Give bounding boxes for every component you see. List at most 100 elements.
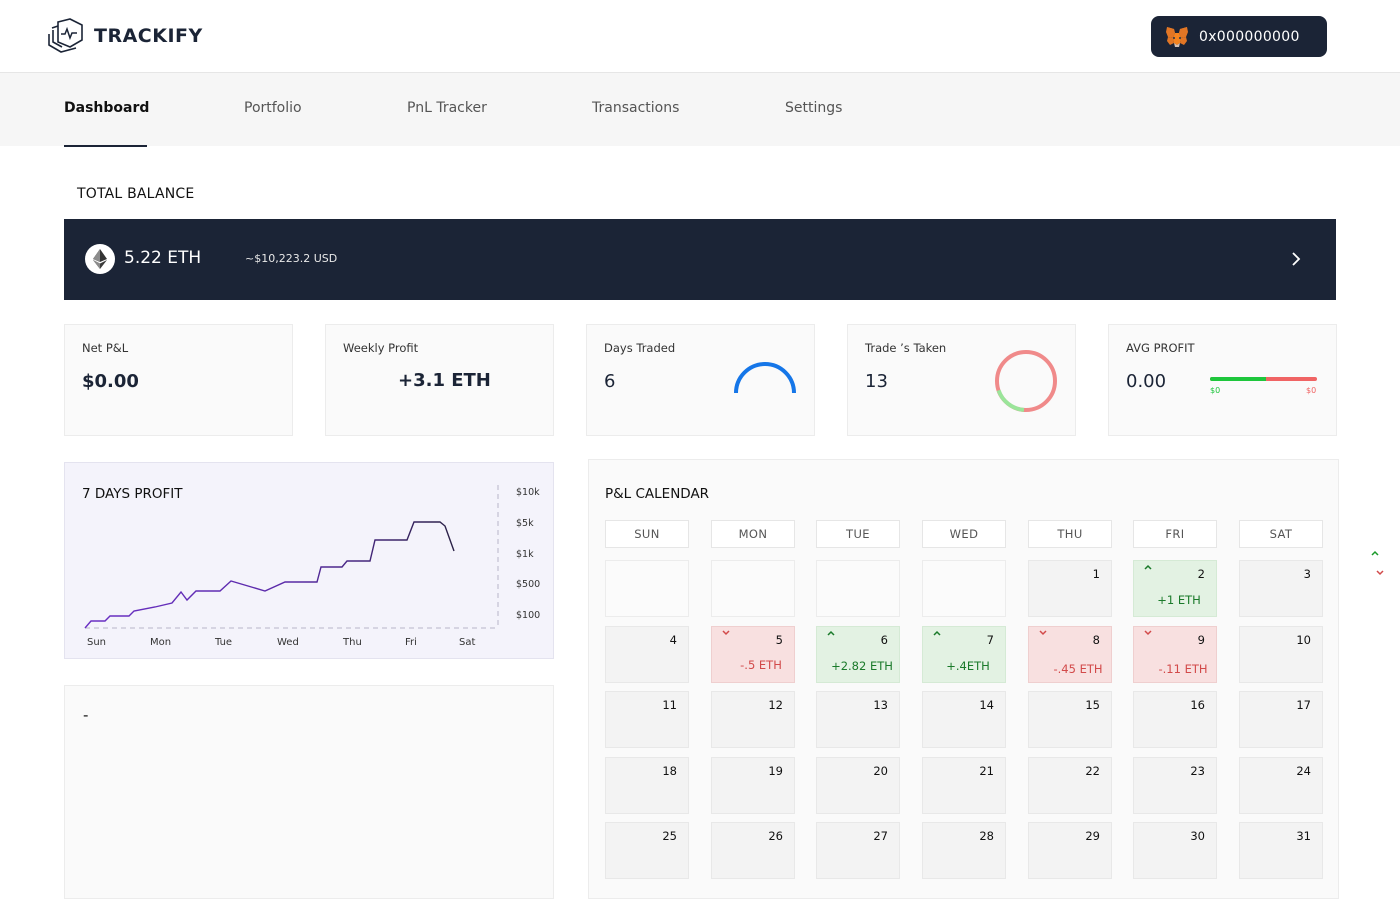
active-tab-indicator xyxy=(64,145,147,147)
calendar-day-cell[interactable]: 6 +2.82 ETH xyxy=(816,626,900,683)
chevron-down-icon xyxy=(721,627,731,640)
calendar-day-number: 16 xyxy=(1190,698,1205,712)
calendar-day-number: 27 xyxy=(873,829,888,843)
weekday-header: THU xyxy=(1028,520,1112,548)
chevron-up-icon[interactable] xyxy=(1370,549,1380,557)
main-nav: Dashboard Portfolio PnL Tracker Transact… xyxy=(0,73,1400,146)
y-tick-label: $500 xyxy=(516,579,540,590)
calendar-day-number: 11 xyxy=(662,698,677,712)
y-tick-label: $5k xyxy=(516,518,534,529)
calendar-empty-cell xyxy=(711,560,795,617)
avg-profit-bar-fill xyxy=(1210,377,1266,381)
days-traded-value: 6 xyxy=(604,371,616,392)
total-balance-title: TOTAL BALANCE xyxy=(77,186,195,202)
calendar-day-cell[interactable]: 29 xyxy=(1028,822,1112,879)
x-tick-label: Tue xyxy=(214,637,232,648)
avg-profit-label: AVG PROFIT xyxy=(1126,341,1195,355)
y-tick-label: $10k xyxy=(516,487,540,498)
chevron-up-icon xyxy=(932,629,942,642)
tab-settings[interactable]: Settings xyxy=(785,100,842,116)
calendar-day-cell[interactable]: 4 xyxy=(605,626,689,683)
calendar-day-cell[interactable]: 15 xyxy=(1028,691,1112,748)
calendar-day-cell[interactable]: 25 xyxy=(605,822,689,879)
calendar-day-number: 9 xyxy=(1197,633,1205,647)
calendar-day-cell[interactable]: 1 xyxy=(1028,560,1112,617)
calendar-day-cell[interactable]: 12 xyxy=(711,691,795,748)
calendar-day-cell[interactable]: 11 xyxy=(605,691,689,748)
x-tick-label: Sat xyxy=(459,637,475,648)
x-tick-label: Thu xyxy=(342,637,362,648)
x-tick-label: Fri xyxy=(405,637,417,648)
tab-portfolio[interactable]: Portfolio xyxy=(244,100,302,116)
calendar-day-number: 13 xyxy=(873,698,888,712)
weekday-header: SAT xyxy=(1239,520,1323,548)
calendar-day-number: 4 xyxy=(669,633,677,647)
calendar-day-cell[interactable]: 13 xyxy=(816,691,900,748)
chevron-up-icon xyxy=(1143,563,1153,576)
wallet-address: 0x000000000 xyxy=(1199,28,1300,45)
profit-line xyxy=(84,521,455,629)
calendar-day-cell[interactable]: 20 xyxy=(816,757,900,814)
tab-dashboard[interactable]: Dashboard xyxy=(64,100,149,116)
calendar-day-number: 2 xyxy=(1197,567,1205,581)
wallet-button[interactable]: 0x000000000 xyxy=(1151,16,1327,57)
calendar-day-cell[interactable]: 5 -.5 ETH xyxy=(711,626,795,683)
calendar-day-cell[interactable]: 31 xyxy=(1239,822,1323,879)
calendar-day-number: 18 xyxy=(662,764,677,778)
calendar-day-number: 7 xyxy=(986,633,994,647)
calendar-day-cell[interactable]: 7 +.4ETH xyxy=(922,626,1006,683)
calendar-day-cell[interactable]: 21 xyxy=(922,757,1006,814)
days-traded-gauge xyxy=(734,362,796,394)
calendar-day-number: 21 xyxy=(979,764,994,778)
calendar-day-number: 14 xyxy=(979,698,994,712)
total-balance-bar[interactable]: 5.22 ETH ~$10,223.2 USD xyxy=(64,219,1336,300)
calendar-day-cell[interactable]: 28 xyxy=(922,822,1006,879)
calendar-day-number: 24 xyxy=(1296,764,1311,778)
calendar-day-cell[interactable]: 17 xyxy=(1239,691,1323,748)
calendar-day-number: 22 xyxy=(1085,764,1100,778)
chevron-down-icon[interactable] xyxy=(1375,569,1385,577)
net-pnl-card: Net P&L $0.00 xyxy=(64,324,293,436)
chevron-right-icon[interactable] xyxy=(1288,249,1304,269)
x-tick-label: Mon xyxy=(150,637,171,648)
balance-eth: 5.22 ETH xyxy=(124,248,202,268)
net-pnl-value: $0.00 xyxy=(82,371,139,392)
calendar-day-cell[interactable]: 2 +1 ETH xyxy=(1133,560,1217,617)
brand-logo[interactable]: TRACKIFY xyxy=(46,18,203,54)
calendar-day-number: 8 xyxy=(1092,633,1100,647)
tab-transactions[interactable]: Transactions xyxy=(592,100,679,116)
calendar-day-cell[interactable]: 30 xyxy=(1133,822,1217,879)
calendar-day-number: 25 xyxy=(662,829,677,843)
calendar-day-cell[interactable]: 16 xyxy=(1133,691,1217,748)
calendar-pnl-amount: -.45 ETH xyxy=(1053,662,1103,676)
calendar-day-number: 28 xyxy=(979,829,994,843)
calendar-day-cell[interactable]: 3 xyxy=(1239,560,1323,617)
calendar-day-cell[interactable]: 27 xyxy=(816,822,900,879)
brand-name: TRACKIFY xyxy=(94,25,203,47)
calendar-day-cell[interactable]: 22 xyxy=(1028,757,1112,814)
calendar-day-cell[interactable]: 8 -.45 ETH xyxy=(1028,626,1112,683)
tab-pnl-tracker[interactable]: PnL Tracker xyxy=(407,100,487,116)
calendar-day-cell[interactable]: 23 xyxy=(1133,757,1217,814)
calendar-day-number: 26 xyxy=(768,829,783,843)
trades-taken-label: Trade ’s Taken xyxy=(865,341,947,355)
calendar-day-number: 10 xyxy=(1296,633,1311,647)
calendar-day-cell[interactable]: 10 xyxy=(1239,626,1323,683)
calendar-day-number: 31 xyxy=(1296,829,1311,843)
x-tick-label: Wed xyxy=(277,637,299,648)
x-tick-label: Sun xyxy=(87,637,106,648)
trades-taken-card: Trade ’s Taken 13 xyxy=(847,324,1076,436)
calendar-day-cell[interactable]: 24 xyxy=(1239,757,1323,814)
calendar-day-cell[interactable]: 9 -.11 ETH xyxy=(1133,626,1217,683)
calendar-day-cell[interactable]: 14 xyxy=(922,691,1006,748)
pnl-calendar: P&L CALENDAR SUN MON TUE WED THU FRI SAT… xyxy=(588,459,1339,899)
placeholder-panel: - xyxy=(64,685,554,899)
calendar-day-number: 6 xyxy=(880,633,888,647)
calendar-day-number: 15 xyxy=(1085,698,1100,712)
calendar-pnl-amount: -.5 ETH xyxy=(740,658,782,672)
top-bar: TRACKIFY 0x000000000 xyxy=(0,0,1400,73)
calendar-day-cell[interactable]: 19 xyxy=(711,757,795,814)
weekday-header: SUN xyxy=(605,520,689,548)
calendar-day-cell[interactable]: 18 xyxy=(605,757,689,814)
calendar-day-cell[interactable]: 26 xyxy=(711,822,795,879)
